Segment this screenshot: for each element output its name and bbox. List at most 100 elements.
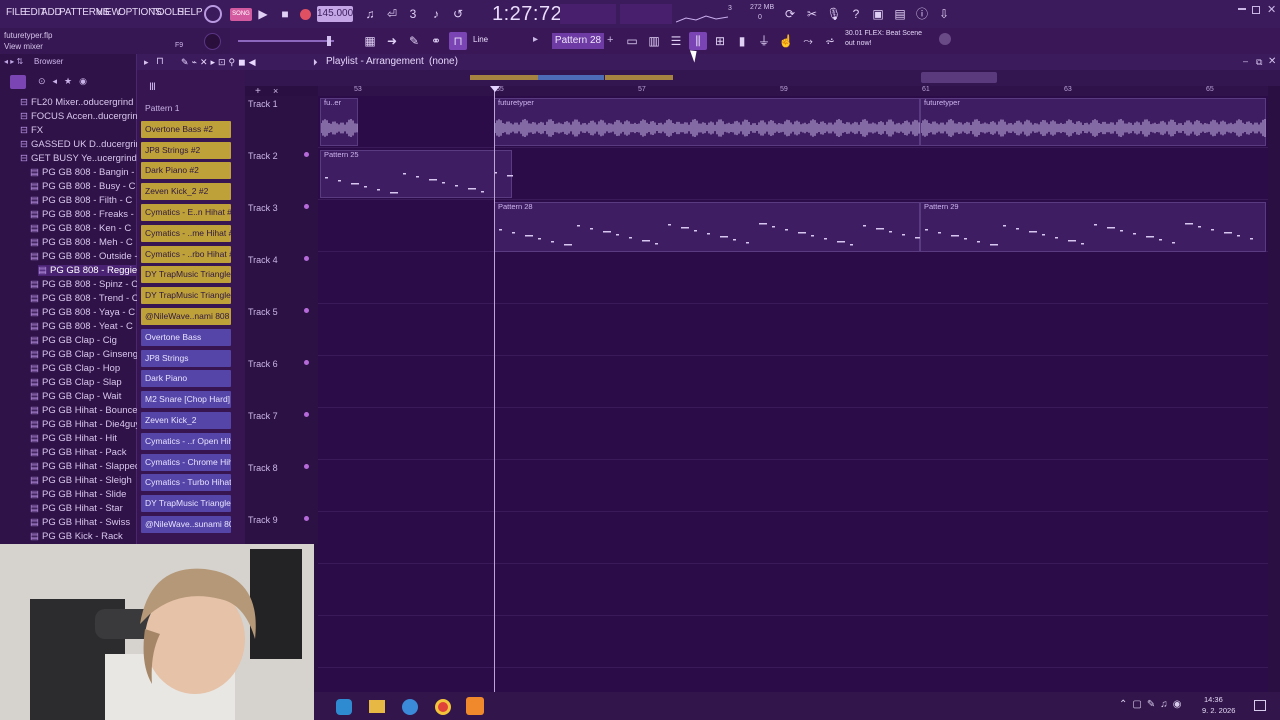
browser-item[interactable]: ▤ PG GB Clap - Cig: [30, 335, 117, 346]
browser-all-icon[interactable]: [10, 75, 26, 89]
channel-button[interactable]: Zeven Kick_2: [141, 412, 231, 429]
wait-for-input-icon[interactable]: ⏎: [383, 5, 401, 23]
channel-button[interactable]: DY TrapMusic Triangle #2: [141, 287, 231, 305]
minimize-icon[interactable]: [1238, 8, 1246, 10]
stop-icon[interactable]: ■: [276, 5, 294, 23]
playlist-tools-icon[interactable]: ✎⌁✕▸⊡⚲◼◀: [181, 54, 259, 70]
channel-button[interactable]: Dark Piano: [141, 370, 231, 388]
channel-button[interactable]: Zeven Kick_2 #2: [141, 183, 231, 201]
master-volume-knob[interactable]: [204, 33, 221, 50]
browser-item[interactable]: ⊟ GASSED UK D..ducergrind: [20, 139, 146, 150]
channel-button[interactable]: Cymatics - Chrome Hihat: [141, 453, 231, 471]
microphone-icon[interactable]: 🎙: [825, 5, 843, 23]
channel-button[interactable]: DY TrapMusic Triangle #3: [141, 266, 231, 284]
track-label[interactable]: Track 8: [248, 463, 278, 473]
channel-button[interactable]: Overtone Bass #2: [141, 120, 231, 138]
playlist-menu-icon[interactable]: ▸: [144, 54, 149, 70]
browser-item[interactable]: ▤ PG GB Hihat - Bounce: [30, 405, 138, 416]
browser-item[interactable]: ▤ PG GB Hihat - Die4guy: [30, 419, 140, 430]
channel-button[interactable]: Cymatics - ..r Open Hihat: [141, 432, 231, 450]
playlist-nav-icon[interactable]: ⏵: [313, 54, 318, 70]
playlist-lane[interactable]: [318, 564, 1268, 616]
channel-button[interactable]: M2 Snare [Chop Hard]: [141, 391, 231, 409]
channel-button[interactable]: JP8 Strings #2: [141, 141, 231, 159]
info-icon[interactable]: ⓘ: [913, 5, 931, 23]
refresh-icon[interactable]: ⟳: [781, 5, 799, 23]
channel-button[interactable]: @NileWave..sunami 808: [141, 516, 231, 533]
export-icon[interactable]: ⇩: [935, 5, 953, 23]
countdown-icon[interactable]: 3: [404, 5, 422, 23]
track-mute-icon[interactable]: [304, 152, 309, 157]
loop-record-icon[interactable]: ↺: [449, 5, 467, 23]
browser-item[interactable]: ▤ PG GB Hihat - Pack: [30, 447, 126, 458]
playlist-close-icon[interactable]: ✕: [1268, 54, 1276, 70]
arrangement-name[interactable]: (none): [429, 54, 458, 70]
playlist-restore-icon[interactable]: ⧉: [1256, 54, 1262, 70]
browser-item[interactable]: ▤ PG GB 808 - Busy - C: [30, 181, 135, 192]
playlist-clip[interactable]: futuretyper: [920, 98, 1266, 146]
channel-button[interactable]: DY TrapMusic Triangle: [141, 495, 231, 513]
playlist-lane[interactable]: [318, 616, 1268, 668]
touch-icon[interactable]: ☝: [777, 32, 795, 50]
menu-help[interactable]: HELP: [177, 7, 203, 18]
browser-item[interactable]: ▤ PG GB 808 - Reggie - C: [38, 265, 153, 276]
browser-item[interactable]: ▤ PG GB Hihat - Slapped: [30, 461, 140, 472]
track-mute-icon[interactable]: [304, 308, 309, 313]
tempo-tap-icon[interactable]: ⤳: [799, 32, 817, 50]
tray-icons[interactable]: ⌃▢✎♫◉: [1119, 699, 1186, 710]
overview-strip[interactable]: [245, 70, 1280, 86]
track-mute-icon[interactable]: [304, 464, 309, 469]
channel-button[interactable]: Cymatics - Turbo Hihat: [141, 474, 231, 492]
playlist-clip[interactable]: Pattern 28: [494, 202, 921, 252]
restore-icon[interactable]: [1252, 6, 1260, 14]
track-mute-icon[interactable]: [304, 412, 309, 417]
browser-item[interactable]: ▤ PG GB 808 - Ken - C: [30, 223, 131, 234]
snap-selector[interactable]: Line: [473, 35, 488, 44]
plug-icon[interactable]: ⏚: [755, 32, 773, 50]
save-icon[interactable]: ▣: [869, 5, 887, 23]
channel-button[interactable]: @NileWave..nami 808 #2: [141, 308, 231, 325]
playhead-marker-icon[interactable]: [490, 86, 500, 92]
playlist-icon[interactable]: ▦: [361, 32, 379, 50]
playlist-lane[interactable]: [318, 304, 1268, 356]
browser-item[interactable]: ▤ PG GB 808 - Freaks - C: [30, 209, 143, 220]
step-edit-icon[interactable]: ♪: [427, 5, 445, 23]
channel-button[interactable]: JP8 Strings: [141, 349, 231, 367]
browser-item[interactable]: ▤ PG GB Clap - Wait: [30, 391, 121, 402]
plugin-icon[interactable]: ▮: [733, 32, 751, 50]
playlist-window-icon[interactable]: ▭: [623, 32, 641, 50]
track-label[interactable]: Track 2: [248, 151, 278, 161]
app-icon[interactable]: [402, 699, 418, 715]
pat-song-indicator-icon[interactable]: [204, 5, 222, 23]
track-label[interactable]: Track 9: [248, 515, 278, 525]
channel-button[interactable]: Cymatics - E..n Hihat #2: [141, 204, 231, 221]
record-icon[interactable]: [300, 9, 311, 20]
draw-icon[interactable]: ✎: [405, 32, 423, 50]
fl-studio-icon[interactable]: [466, 697, 484, 715]
render-icon[interactable]: ▤: [891, 5, 909, 23]
playlist-lane[interactable]: [318, 252, 1268, 304]
playlist-lane[interactable]: [318, 460, 1268, 512]
slider-handle[interactable]: [327, 36, 331, 46]
playlist-lane[interactable]: [318, 356, 1268, 408]
browser-item[interactable]: ⊟ FX: [20, 125, 43, 136]
browser-item[interactable]: ▤ PG GB 808 - Outside - C: [30, 251, 147, 262]
pattern-selector[interactable]: Pattern 28: [552, 33, 604, 49]
cast-icon[interactable]: ⩫: [821, 32, 839, 50]
browser-item[interactable]: ▤ PG GB 808 - Yaya - C: [30, 307, 135, 318]
playlist-clip[interactable]: fu..er: [320, 98, 358, 146]
track-label[interactable]: Track 3: [248, 203, 278, 213]
browser-item[interactable]: ▤ PG GB Hihat - Slide: [30, 489, 126, 500]
news-line2[interactable]: out now!: [845, 40, 871, 47]
browser-item[interactable]: ▤ PG GB 808 - Trend - C: [30, 293, 139, 304]
channel-button[interactable]: Pattern 1: [141, 100, 231, 117]
add-track-icon[interactable]: +: [255, 86, 261, 97]
track-mute-icon[interactable]: [304, 360, 309, 365]
piano-roll-icon[interactable]: ▥: [645, 32, 663, 50]
channel-button[interactable]: Cymatics - ..rbo Hihat #2: [141, 245, 231, 263]
news-line1[interactable]: 30.01 FLEX: Beat Scene: [845, 30, 922, 37]
link-icon[interactable]: ⚭: [427, 32, 445, 50]
mixer-icon[interactable]: ⫼: [689, 32, 707, 50]
browser-item[interactable]: ▤ PG GB Hihat - Sleigh: [30, 475, 132, 486]
pattern-prev-icon[interactable]: ▸: [533, 34, 538, 45]
